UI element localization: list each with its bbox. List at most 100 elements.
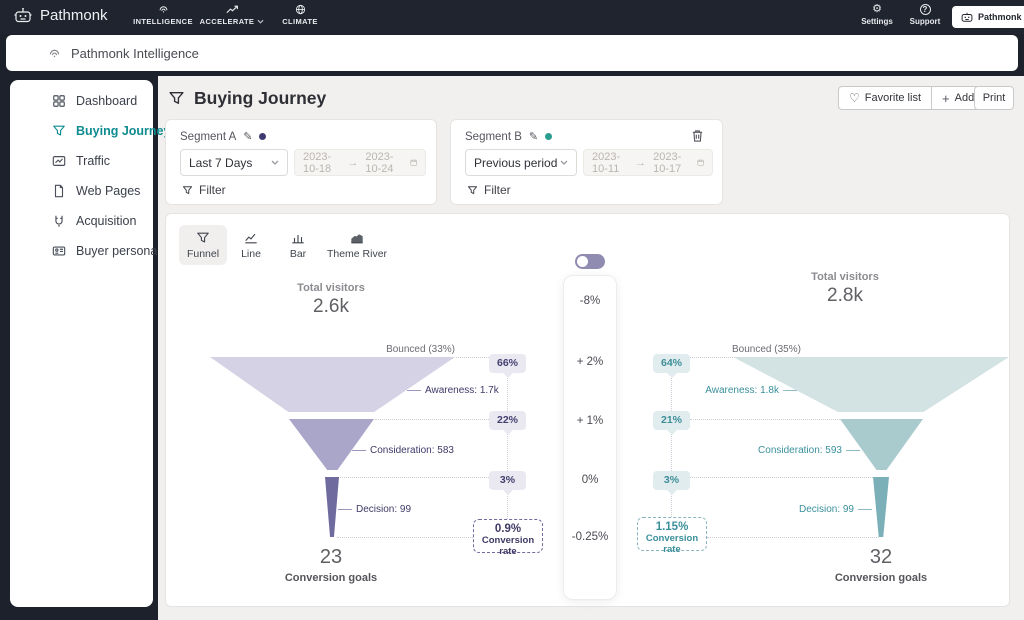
segment-a-decision-label: Decision: 99 <box>338 504 411 515</box>
nav-accelerate[interactable]: ACCELERATE <box>197 4 267 26</box>
segment-b-bounced-label: Bounced (35%) <box>732 344 852 355</box>
segment-a-total-label: Total visitors <box>271 282 391 294</box>
sidebar-item-dashboard[interactable]: Dashboard <box>52 94 137 108</box>
chevron-down-icon <box>271 160 279 165</box>
tab-bar[interactable]: Bar <box>278 225 318 265</box>
segment-b-total-value: 2.8k <box>785 285 905 307</box>
breadcrumb-bar: Pathmonk Intelligence <box>6 35 1018 71</box>
segment-b-decision-label: Decision: 99 <box>712 504 872 515</box>
funnel-icon <box>52 124 66 138</box>
nav-settings[interactable]: ⚙ Settings <box>851 4 903 26</box>
segment-a-consideration-pct-badge[interactable]: 22% <box>489 411 526 430</box>
traffic-chart-icon <box>52 154 66 168</box>
segment-a-name: Segment A <box>180 131 236 143</box>
filter-icon <box>182 185 193 196</box>
gear-icon: ⚙ <box>872 4 882 15</box>
date-start: 2023-10-18 <box>303 151 340 175</box>
sidebar: Dashboard Buying Journey Traffic Web Pag… <box>10 80 153 607</box>
edit-icon[interactable]: ✎ <box>529 130 538 143</box>
segment-a-consideration-label: Consideration: 583 <box>352 445 454 456</box>
segment-b-name: Segment B <box>465 131 522 143</box>
segment-b-goals-value: 32 <box>831 546 931 569</box>
date-end: 2023-10-24 <box>365 151 402 175</box>
segment-a-awareness-label: Awareness: 1.7k <box>407 385 499 396</box>
trash-icon[interactable] <box>691 129 704 143</box>
segment-b-goals-label: Conversion goals <box>831 572 931 584</box>
nav-intelligence[interactable]: INTELLIGENCE <box>128 4 198 26</box>
sidebar-item-web-pages[interactable]: Web Pages <box>52 184 140 198</box>
diff-awareness: + 2% <box>563 356 617 368</box>
segment-b-consideration-pct-badge[interactable]: 21% <box>653 411 690 430</box>
sidebar-item-acquisition[interactable]: Acquisition <box>52 214 136 228</box>
nav-climate-label: CLIMATE <box>282 17 318 26</box>
diff-consideration: + 1% <box>563 415 617 427</box>
plus-icon: + <box>942 91 950 106</box>
diff-decision: 0% <box>563 474 617 486</box>
account-label: Pathmonk <box>978 12 1022 22</box>
segment-b-awareness-label: Awareness: 1.8k <box>637 385 797 396</box>
segment-b-consideration-label: Consideration: 593 <box>700 445 860 456</box>
nav-support[interactable]: ? Support <box>899 4 951 26</box>
edit-icon[interactable]: ✎ <box>243 130 252 143</box>
intelligence-icon <box>48 47 61 60</box>
settings-label: Settings <box>861 17 893 26</box>
chevron-down-icon <box>560 160 568 165</box>
segment-a-decision-pct-badge[interactable]: 3% <box>489 471 526 490</box>
segment-a-conversion-rate-box[interactable]: 0.9% Conversion rate <box>473 519 543 553</box>
support-label: Support <box>910 17 941 26</box>
segment-a-bounced-label: Bounced (33%) <box>355 344 455 355</box>
tab-theme-river[interactable]: Theme River <box>324 225 390 265</box>
segment-b-total-label: Total visitors <box>785 271 905 283</box>
intelligence-icon <box>158 4 169 15</box>
nav-accelerate-label: ACCELERATE <box>200 17 255 26</box>
segment-a-range-select[interactable]: Last 7 Days <box>180 149 288 176</box>
pathmonk-logo[interactable]: Pathmonk <box>13 7 108 24</box>
climate-icon <box>295 4 306 15</box>
segment-a-color-dot <box>259 133 266 140</box>
arrow-right-icon: → <box>635 157 646 169</box>
nav-climate[interactable]: CLIMATE <box>265 4 335 26</box>
calendar-icon <box>410 157 417 168</box>
date-start: 2023-10-11 <box>592 151 628 175</box>
date-end: 2023-10-17 <box>653 151 690 175</box>
segment-b-filter[interactable]: Filter <box>467 183 511 197</box>
page-icon <box>52 184 66 198</box>
page-title: Buying Journey <box>168 88 326 109</box>
dashboard-icon <box>52 94 66 108</box>
magnet-icon <box>52 214 66 228</box>
arrow-right-icon: → <box>347 157 358 169</box>
segment-a-card: Segment A ✎ Last 7 Days 2023-10-18 → 202… <box>165 119 437 205</box>
segment-b-awareness-pct-badge[interactable]: 64% <box>653 354 690 373</box>
sidebar-item-traffic[interactable]: Traffic <box>52 154 110 168</box>
segment-b-date-range[interactable]: 2023-10-11 → 2023-10-17 <box>583 149 713 176</box>
segment-b-card: Segment B ✎ Previous period 2023-10-11 →… <box>450 119 723 205</box>
top-navbar: Pathmonk INTELLIGENCE ACCELERATE CLIMATE <box>0 0 1024 34</box>
print-button[interactable]: Print <box>974 86 1014 110</box>
nav-intelligence-label: INTELLIGENCE <box>133 17 193 26</box>
tab-funnel[interactable]: Funnel <box>179 225 227 265</box>
line-chart-icon <box>244 231 258 245</box>
segment-b-range-select[interactable]: Previous period <box>465 149 577 176</box>
sidebar-item-buying-journey[interactable]: Buying Journey <box>52 124 170 138</box>
funnel-icon <box>196 231 210 245</box>
accelerate-icon <box>226 4 239 15</box>
diff-conversion: -0.25% <box>563 531 617 543</box>
sidebar-item-buyer-persona[interactable]: Buyer persona <box>52 244 157 258</box>
segment-b-decision-pct-badge[interactable]: 3% <box>653 471 690 490</box>
robot-icon <box>960 11 974 23</box>
segment-a-goals-value: 23 <box>281 546 381 569</box>
account-button[interactable]: Pathmonk <box>952 6 1024 28</box>
tab-line[interactable]: Line <box>231 225 271 265</box>
diff-total: -8% <box>563 295 617 307</box>
funnel-icon <box>168 90 185 107</box>
question-icon: ? <box>920 4 931 15</box>
bar-chart-icon <box>291 231 305 245</box>
segment-a-date-range[interactable]: 2023-10-18 → 2023-10-24 <box>294 149 426 176</box>
brand-name: Pathmonk <box>40 7 108 24</box>
segment-a-filter[interactable]: Filter <box>182 183 226 197</box>
segment-b-conversion-rate-box[interactable]: 1.15% Conversion rate <box>637 517 707 551</box>
comparison-diff-card <box>563 275 617 600</box>
segment-a-awareness-pct-badge[interactable]: 66% <box>489 354 526 373</box>
comparison-toggle[interactable] <box>575 254 605 269</box>
favorite-list-button[interactable]: ♡ Favorite list <box>839 87 931 109</box>
